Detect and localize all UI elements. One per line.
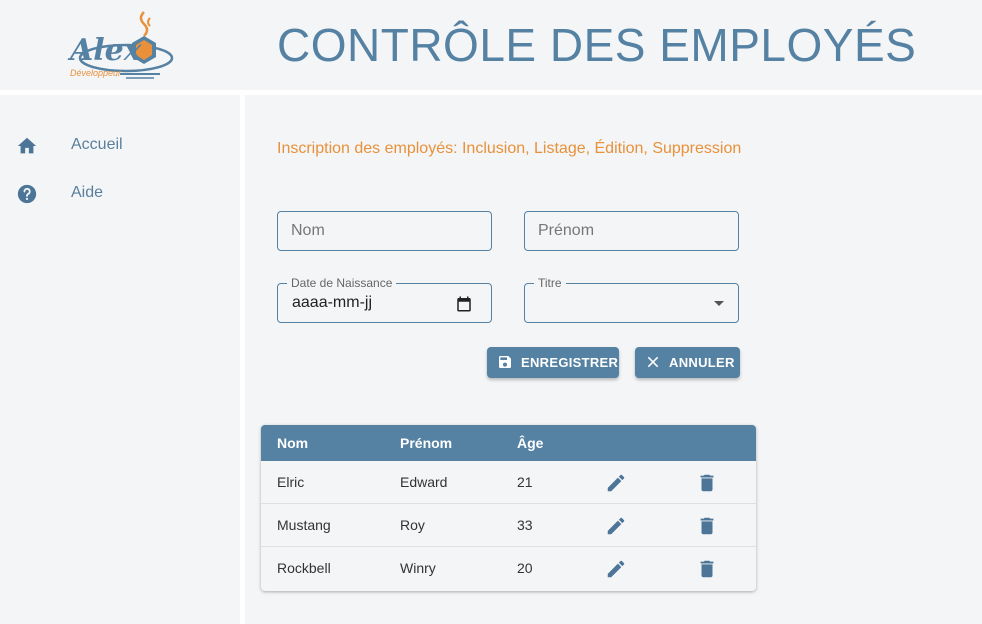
sidebar: Accueil Aide (0, 95, 240, 624)
date-naissance-label: Date de Naissance (287, 276, 397, 290)
svg-text:Alex: Alex (67, 33, 143, 68)
dropdown-arrow-icon (714, 301, 724, 306)
main-content: Inscription des employés: Inclusion, Lis… (245, 95, 982, 624)
sidebar-item-accueil[interactable]: Accueil (0, 126, 240, 166)
edit-icon[interactable] (605, 515, 627, 537)
sidebar-item-label: Aide (71, 184, 104, 201)
cell-nom: Mustang (277, 517, 331, 533)
cell-prenom: Roy (400, 517, 425, 533)
delete-icon[interactable] (696, 515, 718, 537)
save-button[interactable]: ENREGISTRER (487, 347, 619, 378)
cancel-button-label: ANNULER (669, 355, 735, 370)
cell-nom: Rockbell (277, 560, 331, 576)
sidebar-item-label: Accueil (71, 136, 123, 153)
table-row: Mustang Roy 33 (261, 504, 756, 547)
nom-field (277, 211, 492, 251)
page-title: CONTRÔLE DES EMPLOYÉS (277, 19, 917, 71)
cell-age: 33 (517, 517, 533, 533)
delete-icon[interactable] (696, 472, 718, 494)
logo-subtext: Développeur (70, 68, 122, 78)
cell-prenom: Winry (400, 560, 436, 576)
table-row: Elric Edward 21 (261, 461, 756, 504)
calendar-icon[interactable] (455, 295, 473, 313)
page-subtitle: Inscription des employés: Inclusion, Lis… (277, 140, 742, 157)
column-header-age: Âge (517, 435, 544, 451)
help-icon (16, 183, 38, 205)
save-icon (497, 354, 513, 370)
titre-label: Titre (534, 276, 566, 290)
prenom-input[interactable] (525, 212, 738, 250)
cancel-button[interactable]: ANNULER (635, 347, 740, 378)
cell-age: 21 (517, 474, 533, 490)
column-header-prenom: Prénom (400, 435, 453, 451)
delete-icon[interactable] (696, 558, 718, 580)
prenom-field (524, 211, 739, 251)
cell-age: 20 (517, 560, 533, 576)
close-icon (645, 354, 661, 370)
cell-nom: Elric (277, 474, 305, 490)
table-header: Nom Prénom Âge (261, 425, 756, 461)
nom-input[interactable] (278, 212, 491, 250)
employees-table: Nom Prénom Âge Elric Edward 21 Mustang R… (261, 425, 756, 591)
header: Alex Développeur CONTRÔLE DES EMPLOYÉS (0, 0, 982, 90)
edit-icon[interactable] (605, 558, 627, 580)
column-header-nom: Nom (277, 435, 309, 451)
date-naissance-value: aaaa-mm-jj (292, 294, 373, 311)
table-row: Rockbell Winry 20 (261, 547, 756, 590)
titre-select[interactable]: Titre (524, 276, 739, 323)
home-icon (16, 135, 38, 157)
date-naissance-field[interactable]: Date de Naissance aaaa-mm-jj (277, 276, 492, 323)
cell-prenom: Edward (400, 474, 448, 490)
edit-icon[interactable] (605, 472, 627, 494)
sidebar-item-aide[interactable]: Aide (0, 174, 240, 214)
save-button-label: ENREGISTRER (521, 355, 619, 370)
